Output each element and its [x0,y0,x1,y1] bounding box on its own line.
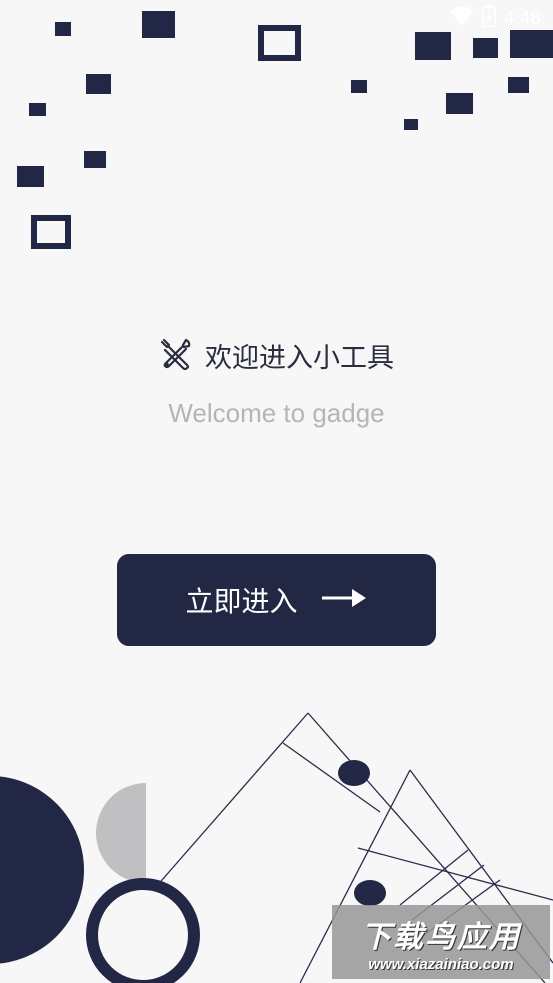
deco-square [404,119,418,130]
deco-dot [338,760,370,786]
watermark-title: 下载鸟应用 [361,919,521,955]
deco-square [508,77,529,93]
deco-large-circle [0,776,84,964]
deco-square [473,38,498,58]
deco-square [446,93,473,114]
deco-half-circle [96,783,146,883]
watermark: 下载鸟应用 www.xiazainiao.com [332,905,550,979]
deco-dot [354,880,386,906]
deco-square [84,151,106,168]
arrow-right-icon [320,584,368,617]
deco-hollow-square [31,215,71,249]
tools-icon [159,337,193,375]
enter-button-label: 立即进入 [185,585,298,618]
enter-button[interactable]: 立即进入 [117,554,436,646]
welcome-title: 欢迎进入小工具 [205,343,394,374]
status-time: 4:48 [504,8,541,29]
deco-hollow-square [258,25,301,61]
deco-square [142,11,175,38]
wifi-icon [450,6,475,32]
deco-square [29,103,46,116]
watermark-url: www.xiazainiao.com [368,955,514,973]
deco-square [17,166,44,187]
deco-square [351,80,367,93]
deco-ring [86,878,200,983]
welcome-subtitle: Welcome to gadge [168,398,385,428]
battery-charging-icon [482,5,497,33]
deco-square [55,22,71,36]
deco-square [86,74,111,94]
status-bar: 4:48 [393,0,553,38]
welcome-header: 欢迎进入小工具 [0,336,553,375]
